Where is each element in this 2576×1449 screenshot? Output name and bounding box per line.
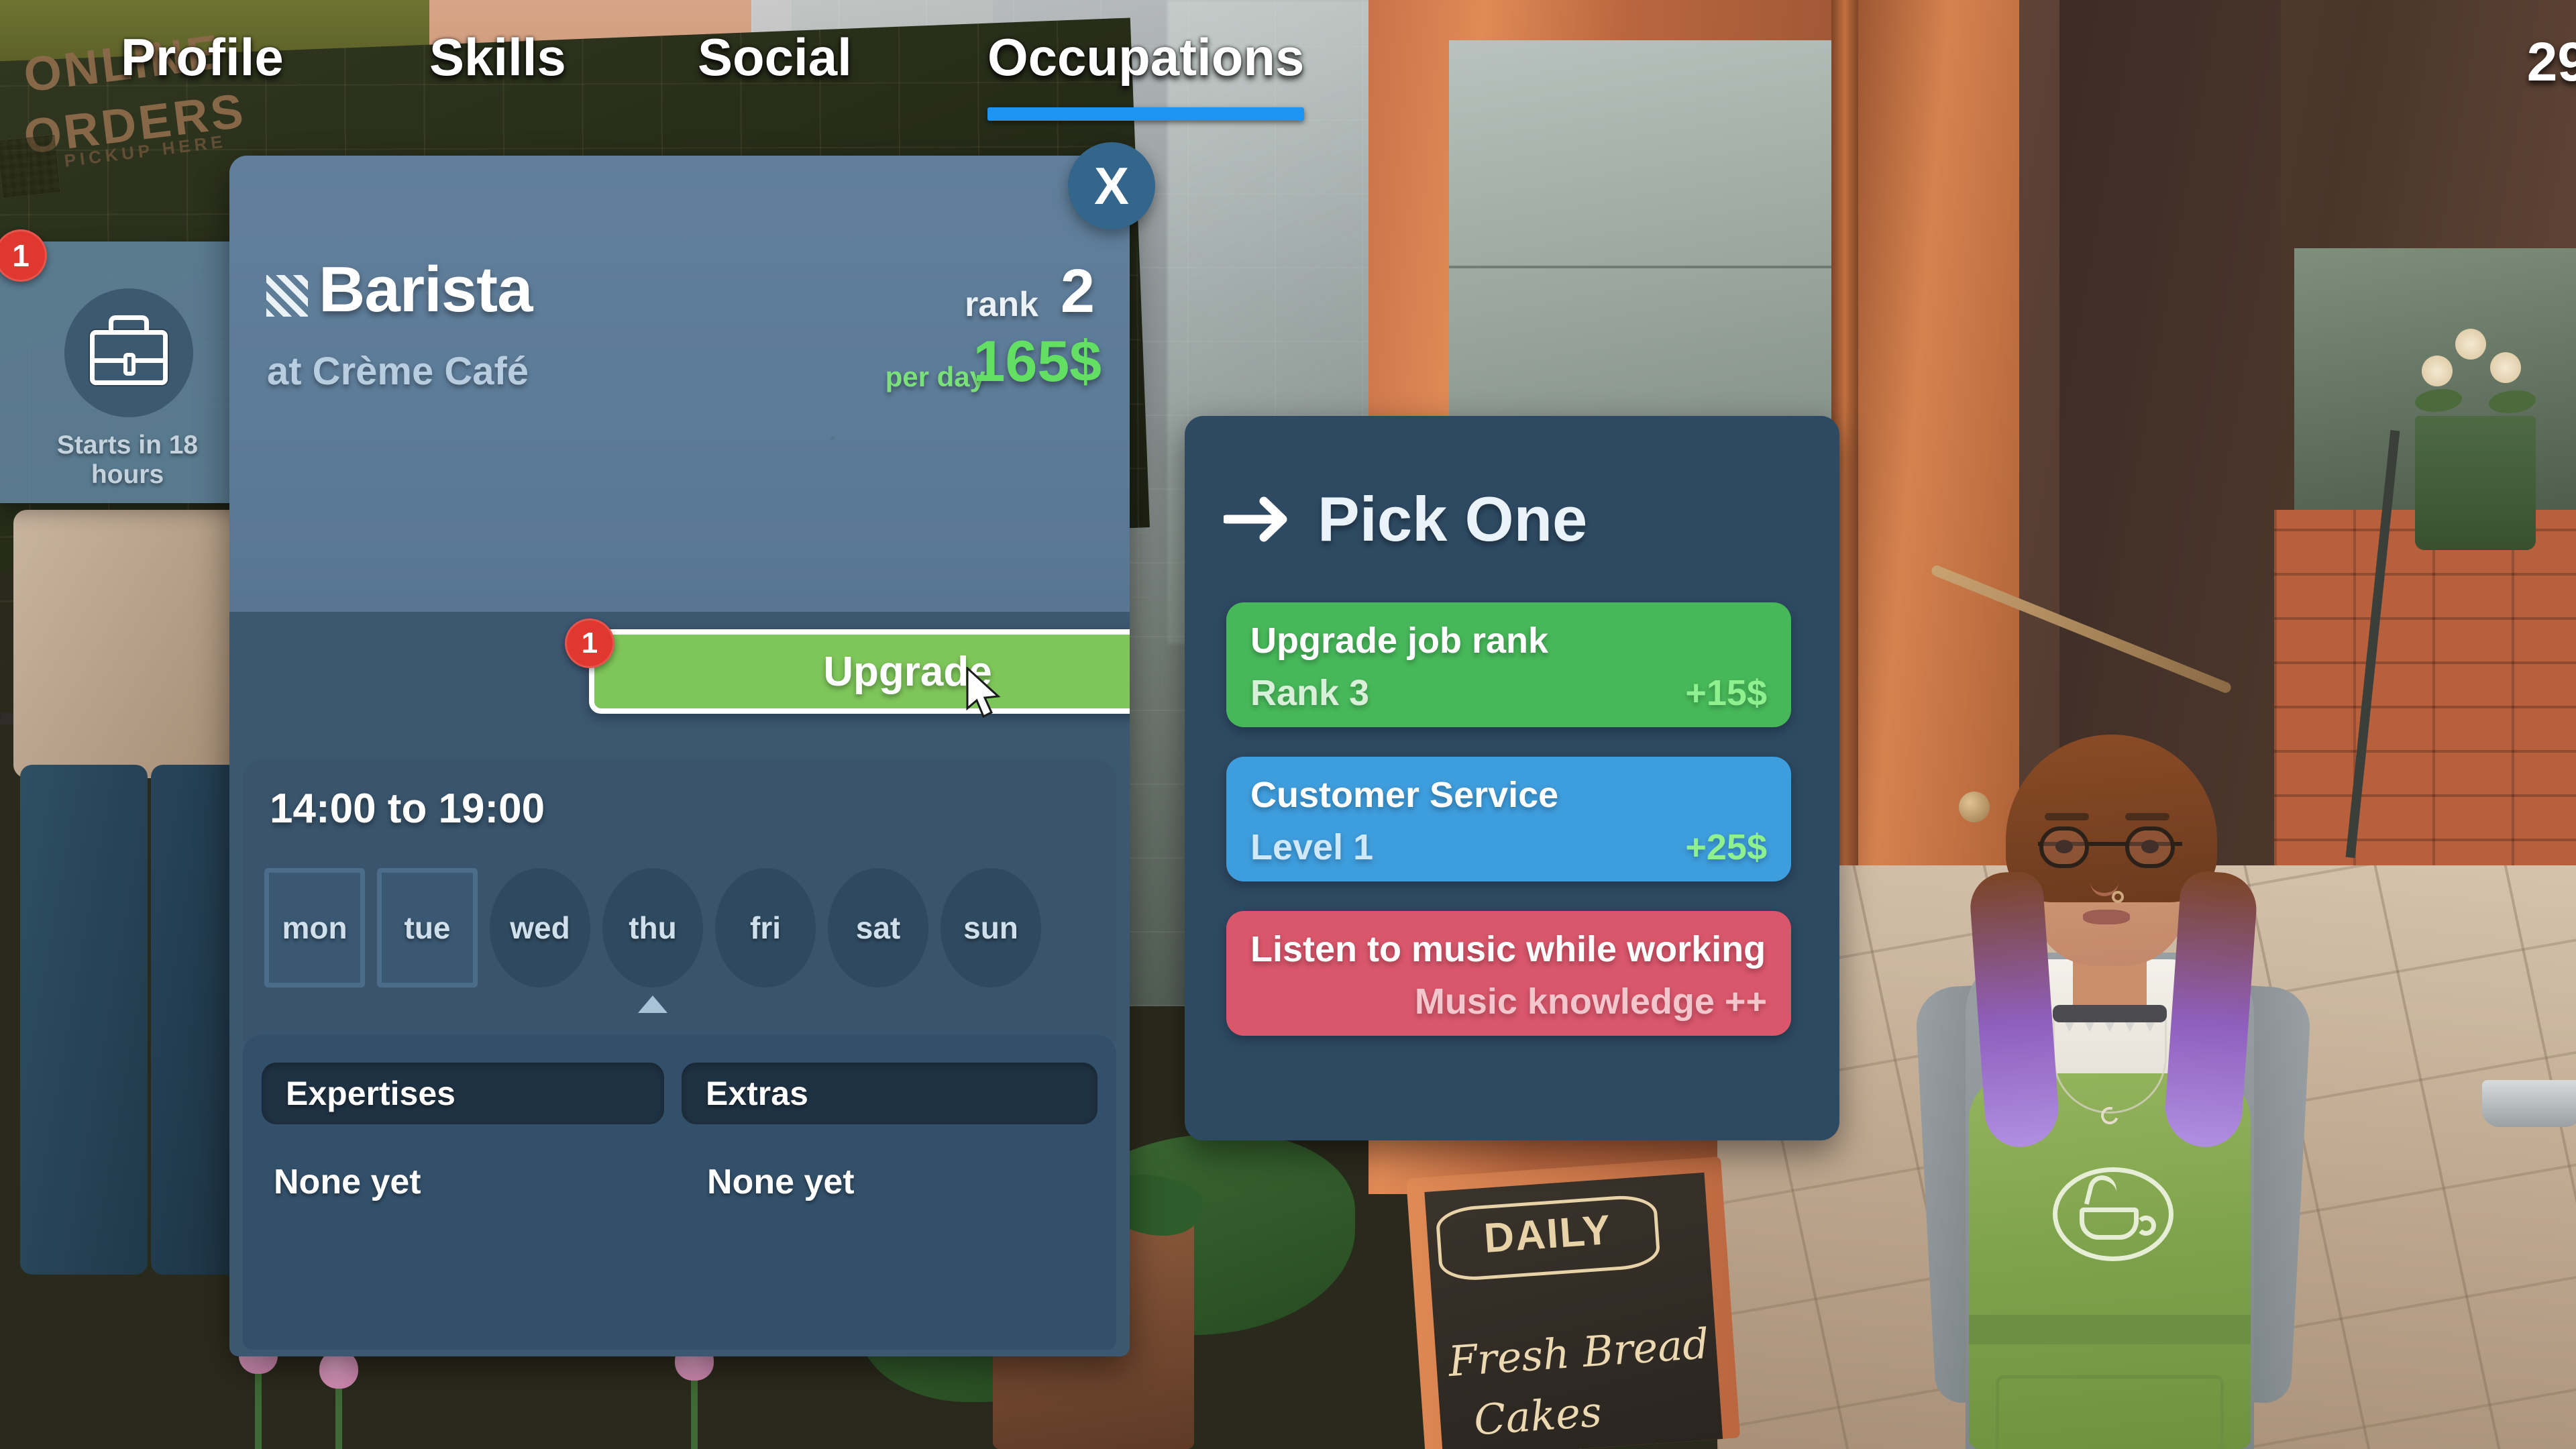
arrow-right-icon <box>1224 496 1287 542</box>
job-schedule-section: 14:00 to 19:00 mon tue wed thu fri sat sun <box>243 759 1116 1041</box>
job-widget-status-line1: Starts in 18 <box>56 431 199 460</box>
tab-label: Skills <box>429 28 566 87</box>
pick-option-upgrade-rank[interactable]: Upgrade job rank Rank 3 +15$ <box>1226 602 1791 727</box>
pick-one-header: Pick One <box>1224 483 1587 555</box>
pick-option-value: +15$ <box>1685 673 1767 713</box>
pick-option-value: +25$ <box>1685 827 1767 867</box>
job-widget-status: Starts in 18 hours <box>8 431 247 489</box>
extras-heading[interactable]: Extras <box>682 1063 1097 1124</box>
top-right-counter: 29 <box>2526 32 2576 93</box>
active-tab-underline <box>987 107 1304 121</box>
tab-skills[interactable]: Skills <box>429 27 566 88</box>
pick-option-customer-service[interactable]: Customer Service Level 1 +25$ <box>1226 757 1791 881</box>
hud-overlay: Profile Skills Social Occupations 29 1 Star… <box>0 0 2576 1449</box>
tab-profile[interactable]: Profile <box>121 27 284 88</box>
tab-label: Social <box>698 28 852 87</box>
mouse-cursor <box>963 665 1004 720</box>
schedule-days-row: mon tue wed thu fri sat sun <box>264 868 1103 996</box>
job-widget-icon-circle <box>64 288 193 417</box>
job-rank-label: rank <box>965 285 1038 324</box>
briefcase-clasp-icon <box>123 353 136 376</box>
schedule-day-label: fri <box>750 910 781 945</box>
schedule-day-fri[interactable]: fri <box>715 868 816 987</box>
extras-value: None yet <box>707 1163 855 1201</box>
pick-one-title: Pick One <box>1318 484 1588 554</box>
pick-option-title: Upgrade job rank <box>1250 621 1549 661</box>
schedule-day-wed[interactable]: wed <box>490 868 590 987</box>
pick-option-value: Music knowledge ++ <box>1414 981 1767 1022</box>
pick-option-title: Customer Service <box>1250 775 1559 815</box>
schedule-day-label: tue <box>404 910 451 945</box>
today-marker-icon <box>638 996 667 1013</box>
skills-heading-row: Expertises Extras <box>262 1063 1100 1124</box>
pick-one-panel: Pick One Upgrade job rank Rank 3 +15$ Cu… <box>1185 416 1839 1140</box>
job-employer: at Crème Café <box>267 350 529 393</box>
expertises-value: None yet <box>274 1163 421 1201</box>
briefcase-handle-icon <box>109 315 149 333</box>
job-rank-value: 2 <box>1060 257 1095 325</box>
expertises-heading[interactable]: Expertises <box>262 1063 664 1124</box>
job-pay-label: per day <box>885 361 985 392</box>
job-widget-badge: 1 <box>0 229 47 282</box>
schedule-day-tue[interactable]: tue <box>377 868 478 987</box>
schedule-day-sat[interactable]: sat <box>828 868 928 987</box>
job-widget-status-line2: hours <box>91 460 164 489</box>
schedule-day-mon[interactable]: mon <box>264 868 365 987</box>
upgrade-button-badge: 1 <box>565 619 614 668</box>
pick-option-title: Listen to music while working <box>1250 929 1766 969</box>
job-status-widget[interactable]: 1 Starts in 18 hours <box>0 229 255 503</box>
pick-option-sub: Rank 3 <box>1250 673 1370 713</box>
job-title: Barista <box>319 254 533 325</box>
job-pay-value: 165$ <box>973 329 1102 394</box>
tab-social[interactable]: Social <box>698 27 852 88</box>
close-icon[interactable]: X <box>1068 142 1155 229</box>
pick-option-listen-music[interactable]: Listen to music while working Music know… <box>1226 911 1791 1036</box>
job-skills-section: Expertises Extras None yet None yet <box>243 1034 1116 1350</box>
top-tab-bar: Profile Skills Social Occupations <box>0 0 2576 127</box>
upgrade-button[interactable]: Upgrade <box>589 629 1130 714</box>
schedule-day-sun[interactable]: sun <box>941 868 1041 987</box>
hatched-square-icon <box>266 275 308 317</box>
upgrade-button-label: Upgrade <box>823 648 992 695</box>
schedule-hours: 14:00 to 19:00 <box>270 786 545 832</box>
job-detail-panel: Barista at Crème Café rank 2 per day 165… <box>229 156 1130 1356</box>
tab-label: Profile <box>121 28 284 87</box>
schedule-day-label: sun <box>963 910 1018 945</box>
schedule-day-label: wed <box>510 910 570 945</box>
schedule-day-label: sat <box>855 910 901 945</box>
tab-label: Occupations <box>987 28 1305 87</box>
pick-option-sub: Level 1 <box>1250 827 1374 867</box>
tab-occupations[interactable]: Occupations <box>987 27 1304 88</box>
schedule-day-label: mon <box>282 910 347 945</box>
schedule-day-label: thu <box>629 910 677 945</box>
schedule-day-thu[interactable]: thu <box>602 868 703 987</box>
